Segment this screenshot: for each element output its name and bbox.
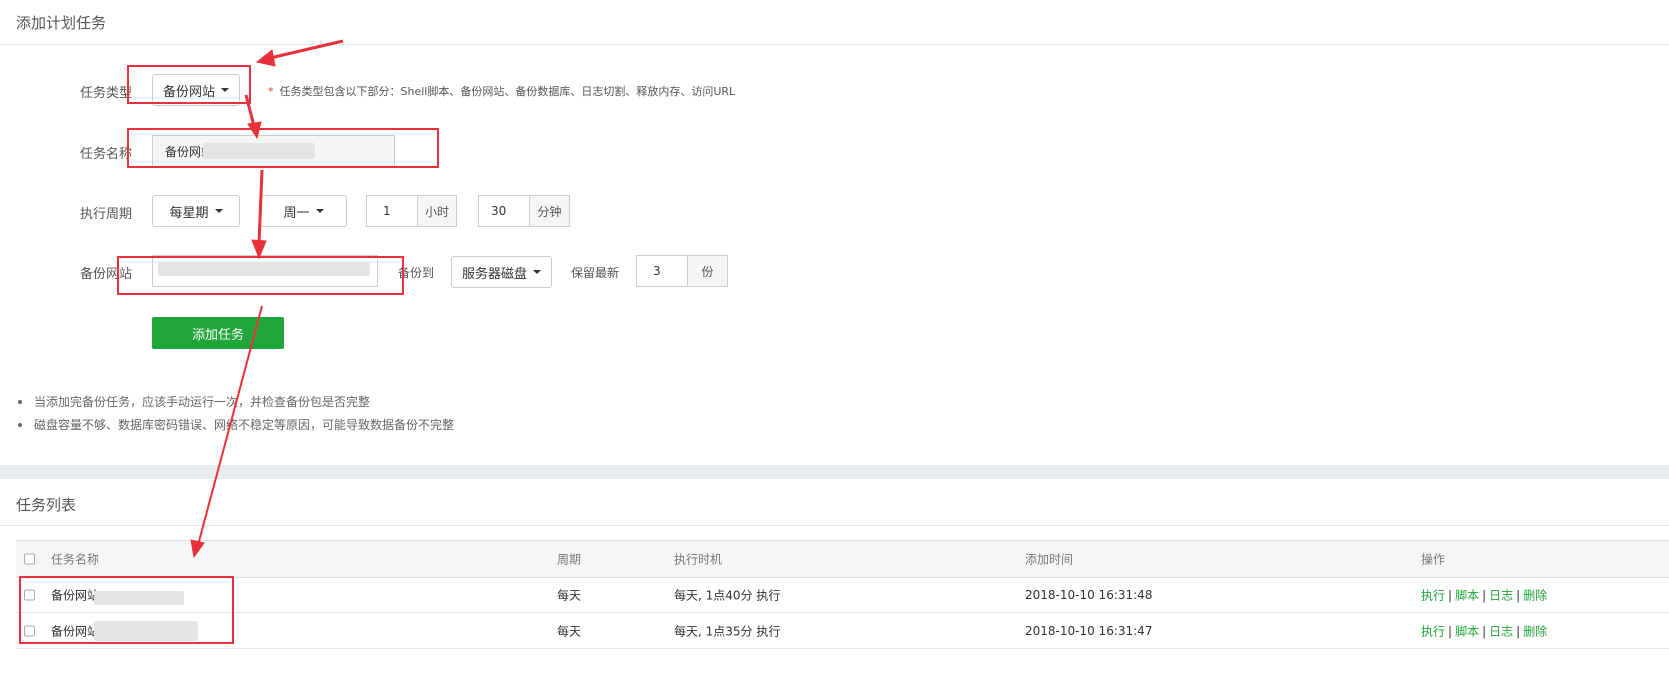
separator: |: [1482, 588, 1487, 602]
keep-unit: 份: [687, 255, 728, 287]
add-task-button[interactable]: 添加任务: [152, 317, 284, 349]
backup-to-label: 备份到: [398, 266, 435, 280]
minute-input[interactable]: 30: [478, 195, 530, 227]
list-item: 磁盘容量不够、数据库密码错误、网络不稳定等原因，可能导致数据备份不完整: [18, 413, 454, 436]
tip-text: 磁盘容量不够、数据库密码错误、网络不稳定等原因，可能导致数据备份不完整: [34, 418, 455, 432]
bullet-icon: [18, 422, 22, 427]
column-header: 添加时间: [1025, 552, 1074, 567]
column-header: 执行时机: [674, 552, 723, 567]
redacted-blur: [203, 143, 315, 159]
keep-count-input[interactable]: 3: [636, 255, 688, 287]
added-time-cell: 2018-10-10 16:31:48: [1025, 587, 1153, 602]
log-link[interactable]: 日志: [1489, 588, 1513, 602]
run-link[interactable]: 执行: [1421, 624, 1445, 638]
arrow-icon: [244, 94, 256, 127]
hour-unit: 小时: [417, 195, 457, 227]
hour-input[interactable]: 1: [366, 195, 418, 227]
task-type-dropdown[interactable]: 备份网站: [152, 74, 240, 106]
redacted-blur: [94, 621, 198, 641]
row-checkbox[interactable]: [24, 625, 35, 636]
cycle-cell: 每天: [557, 624, 582, 638]
divider: [0, 44, 1669, 45]
table-row: 备份网站 每天 每天, 1点35分 执行 2018-10-10 16:31:47…: [16, 613, 1669, 649]
backup-to-dropdown[interactable]: 服务器磁盘: [451, 256, 552, 288]
separator: |: [1448, 624, 1453, 638]
caret-down-icon: [214, 209, 223, 213]
delete-link[interactable]: 删除: [1523, 588, 1547, 602]
task-type-value: 备份网站: [162, 84, 215, 100]
cycle-period-value: 每星期: [169, 205, 209, 221]
task-type-hint: * 任务类型包含以下部分：Shell脚本、备份网站、备份数据库、日志切割、释放内存…: [268, 83, 735, 99]
separator: |: [1448, 588, 1453, 602]
minute-unit: 分钟: [529, 195, 570, 227]
cycle-cell: 每天: [557, 588, 582, 602]
backup-to-value: 服务器磁盘: [461, 266, 527, 282]
keep-latest-label: 保留最新: [571, 266, 620, 280]
timing-cell: 每天, 1点35分 执行: [674, 624, 781, 638]
separator: |: [1516, 588, 1521, 602]
cycle-weekday-dropdown[interactable]: 周一: [260, 195, 347, 227]
added-time-cell: 2018-10-10 16:31:47: [1025, 623, 1153, 638]
row-checkbox[interactable]: [24, 589, 35, 600]
caret-down-icon: [533, 270, 541, 274]
arrow-head-icon: [255, 49, 276, 67]
caret-down-icon: [221, 88, 229, 92]
script-link[interactable]: 脚本: [1455, 624, 1479, 638]
tips-list: 当添加完备份任务，应该手动运行一次，并检查备份包是否完整 磁盘容量不够、数据库密…: [18, 390, 454, 436]
section-gap: [0, 465, 1669, 479]
delete-link[interactable]: 删除: [1523, 624, 1547, 638]
separator: |: [1482, 624, 1487, 638]
column-header: 操作: [1421, 552, 1446, 567]
caret-down-icon: [315, 209, 324, 213]
separator: |: [1516, 624, 1521, 638]
task-name-cell: 备份网站: [51, 624, 100, 638]
select-all-checkbox[interactable]: [24, 553, 35, 565]
backup-site-label: 备份网站: [80, 267, 133, 282]
run-link[interactable]: 执行: [1421, 588, 1445, 602]
list-panel-title: 任务列表: [16, 496, 77, 514]
divider: [0, 525, 1669, 526]
log-link[interactable]: 日志: [1489, 624, 1513, 638]
redacted-blur: [158, 262, 370, 276]
tip-text: 当添加完备份任务，应该手动运行一次，并检查备份包是否完整: [34, 395, 371, 409]
redacted-blur: [94, 591, 184, 605]
timing-cell: 每天, 1点40分 执行: [674, 588, 781, 602]
bullet-icon: [18, 399, 22, 404]
list-item: 当添加完备份任务，应该手动运行一次，并检查备份包是否完整: [18, 390, 454, 413]
task-name-label: 任务名称: [80, 147, 133, 162]
column-header: 任务名称: [51, 552, 100, 567]
ops-cell: 执行 | 脚本 | 日志 | 删除: [1421, 622, 1547, 639]
table-row: 备份网站 每天 每天, 1点40分 执行 2018-10-10 16:31:48…: [16, 577, 1669, 613]
task-type-hint-text: 任务类型包含以下部分：Shell脚本、备份网站、备份数据库、日志切割、释放内存、…: [279, 85, 736, 98]
column-header: 周期: [557, 552, 582, 567]
script-link[interactable]: 脚本: [1455, 588, 1479, 602]
cycle-label: 执行周期: [80, 207, 133, 222]
cycle-weekday-value: 周一: [283, 205, 310, 221]
keep-count-value: 3: [653, 264, 661, 278]
ops-cell: 执行 | 脚本 | 日志 | 删除: [1421, 586, 1547, 603]
task-name-cell: 备份网站: [51, 588, 100, 602]
table-header: 任务名称 周期 执行时机 添加时间 操作: [16, 540, 1669, 578]
task-type-label: 任务类型: [80, 86, 133, 101]
form-panel-title: 添加计划任务: [16, 14, 107, 32]
minute-value: 30: [491, 204, 507, 218]
required-star-icon: *: [268, 85, 274, 98]
cycle-period-dropdown[interactable]: 每星期: [152, 195, 240, 227]
hour-value: 1: [383, 204, 391, 218]
